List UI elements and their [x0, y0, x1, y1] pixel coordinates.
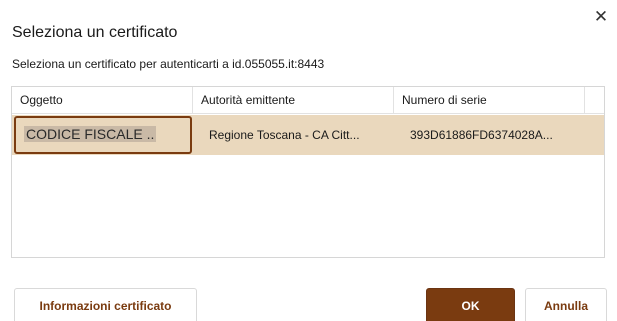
close-icon[interactable]: ✕ — [592, 8, 610, 26]
subject-cell-focused[interactable]: CODICE FISCALE .. — [14, 116, 192, 154]
dialog-subtitle: Seleziona un certificato per autenticart… — [12, 57, 325, 71]
column-header-subject[interactable]: Oggetto — [12, 87, 193, 113]
table-header: Oggetto Autorità emittente Numero di ser… — [12, 87, 604, 114]
certificate-dialog: Seleziona un certificato ✕ Seleziona un … — [0, 0, 617, 321]
issuer-cell: Regione Toscana - CA Citt... — [209, 128, 360, 142]
column-header-issuer[interactable]: Autorità emittente — [193, 87, 394, 113]
table-row[interactable]: CODICE FISCALE .. Regione Toscana - CA C… — [12, 115, 604, 155]
serial-cell: 393D61886FD6374028A... — [410, 128, 553, 142]
subject-cell-text: CODICE FISCALE .. — [24, 126, 157, 142]
subject-cell-value: CODICE FISCALE .. — [24, 126, 157, 142]
ok-button[interactable]: OK — [426, 288, 515, 321]
certificate-table: Oggetto Autorità emittente Numero di ser… — [11, 86, 605, 258]
column-header-serial[interactable]: Numero di serie — [394, 87, 585, 113]
certificate-info-button[interactable]: Informazioni certificato — [14, 288, 197, 321]
dialog-title: Seleziona un certificato — [12, 24, 178, 41]
cancel-button[interactable]: Annulla — [525, 288, 607, 321]
